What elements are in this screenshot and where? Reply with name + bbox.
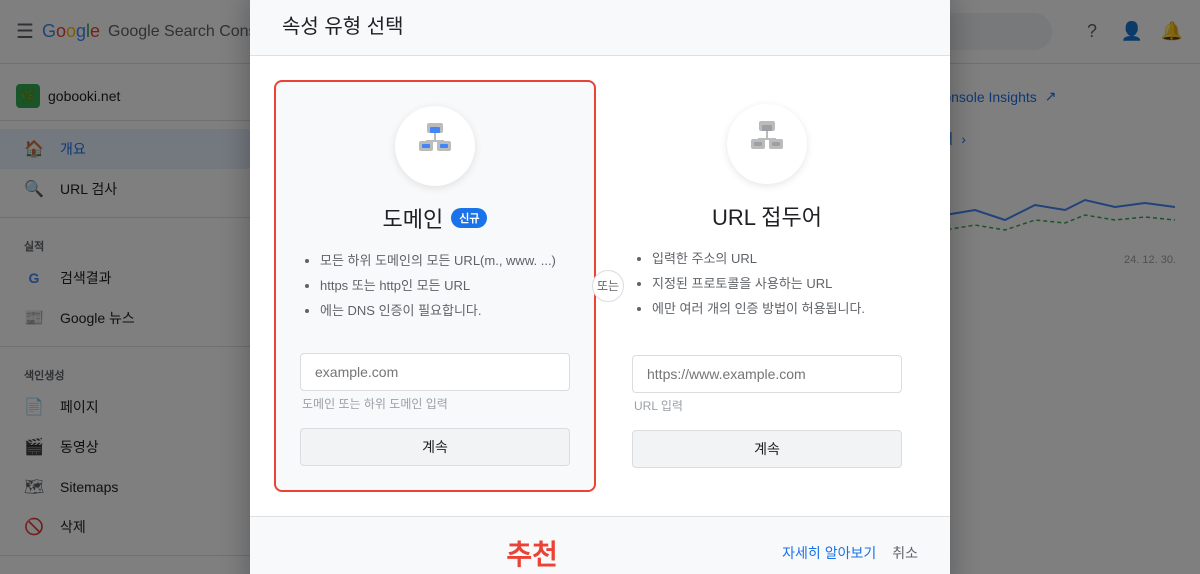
domain-input-group: 도메인 또는 하위 도메인 입력 계속 (300, 353, 570, 466)
domain-bullet-1: 모든 하위 도메인의 모든 URL(m., www. ...) (320, 250, 570, 269)
domain-bullet-3: 에는 DNS 인증이 필요합니다. (320, 300, 570, 319)
modal-body: 도메인 신규 모든 하위 도메인의 모든 URL(m., www. ...) h… (250, 56, 950, 516)
or-badge: 또는 (592, 270, 624, 302)
url-bullet-1: 입력한 주소의 URL (652, 248, 902, 267)
domain-bullet-2: https 또는 http인 모든 URL (320, 275, 570, 294)
new-badge: 신규 (451, 208, 487, 228)
url-title-row: URL 접두어 (712, 200, 822, 232)
cancel-button[interactable]: 취소 (892, 543, 918, 563)
url-input-hint: URL 입력 (632, 397, 902, 414)
domain-bullets: 모든 하위 도메인의 모든 URL(m., www. ...) https 또는… (300, 250, 570, 325)
url-bullets: 입력한 주소의 URL 지정된 프로토콜을 사용하는 URL 에만 여러 개의 … (632, 248, 902, 323)
domain-section: 도메인 신규 모든 하위 도메인의 모든 URL(m., www. ...) h… (274, 80, 596, 492)
url-input-group: URL 입력 계속 (632, 355, 902, 468)
recommended-label: 추천 (282, 533, 782, 573)
modal-footer: 추천 자세히 알아보기 취소 (250, 516, 950, 574)
url-icon-circle (727, 104, 807, 184)
domain-icon (411, 119, 459, 172)
domain-title-row: 도메인 신규 (383, 202, 488, 234)
property-type-modal: 속성 유형 선택 (250, 0, 950, 574)
url-bullet-3: 에만 여러 개의 인증 방법이 허용됩니다. (652, 298, 902, 317)
modal-title: 속성 유형 선택 (282, 16, 404, 38)
domain-input[interactable] (300, 353, 570, 391)
domain-input-hint: 도메인 또는 하위 도메인 입력 (300, 395, 570, 412)
url-continue-button[interactable]: 계속 (632, 430, 902, 468)
url-prefix-section: URL 접두어 입력한 주소의 URL 지정된 프로토콜을 사용하는 URL 에… (608, 80, 926, 492)
domain-title: 도메인 (383, 202, 444, 234)
modal-overlay[interactable]: 속성 유형 선택 (0, 0, 1200, 574)
footer-links: 자세히 알아보기 취소 (782, 543, 918, 563)
url-prefix-icon (743, 117, 791, 170)
learn-more-link[interactable]: 자세히 알아보기 (782, 543, 876, 563)
url-prefix-title: URL 접두어 (712, 200, 822, 232)
url-bullet-2: 지정된 프로토콜을 사용하는 URL (652, 273, 902, 292)
modal-header: 속성 유형 선택 (250, 0, 950, 56)
domain-continue-button[interactable]: 계속 (300, 428, 570, 466)
domain-icon-circle (395, 106, 475, 186)
url-input[interactable] (632, 355, 902, 393)
